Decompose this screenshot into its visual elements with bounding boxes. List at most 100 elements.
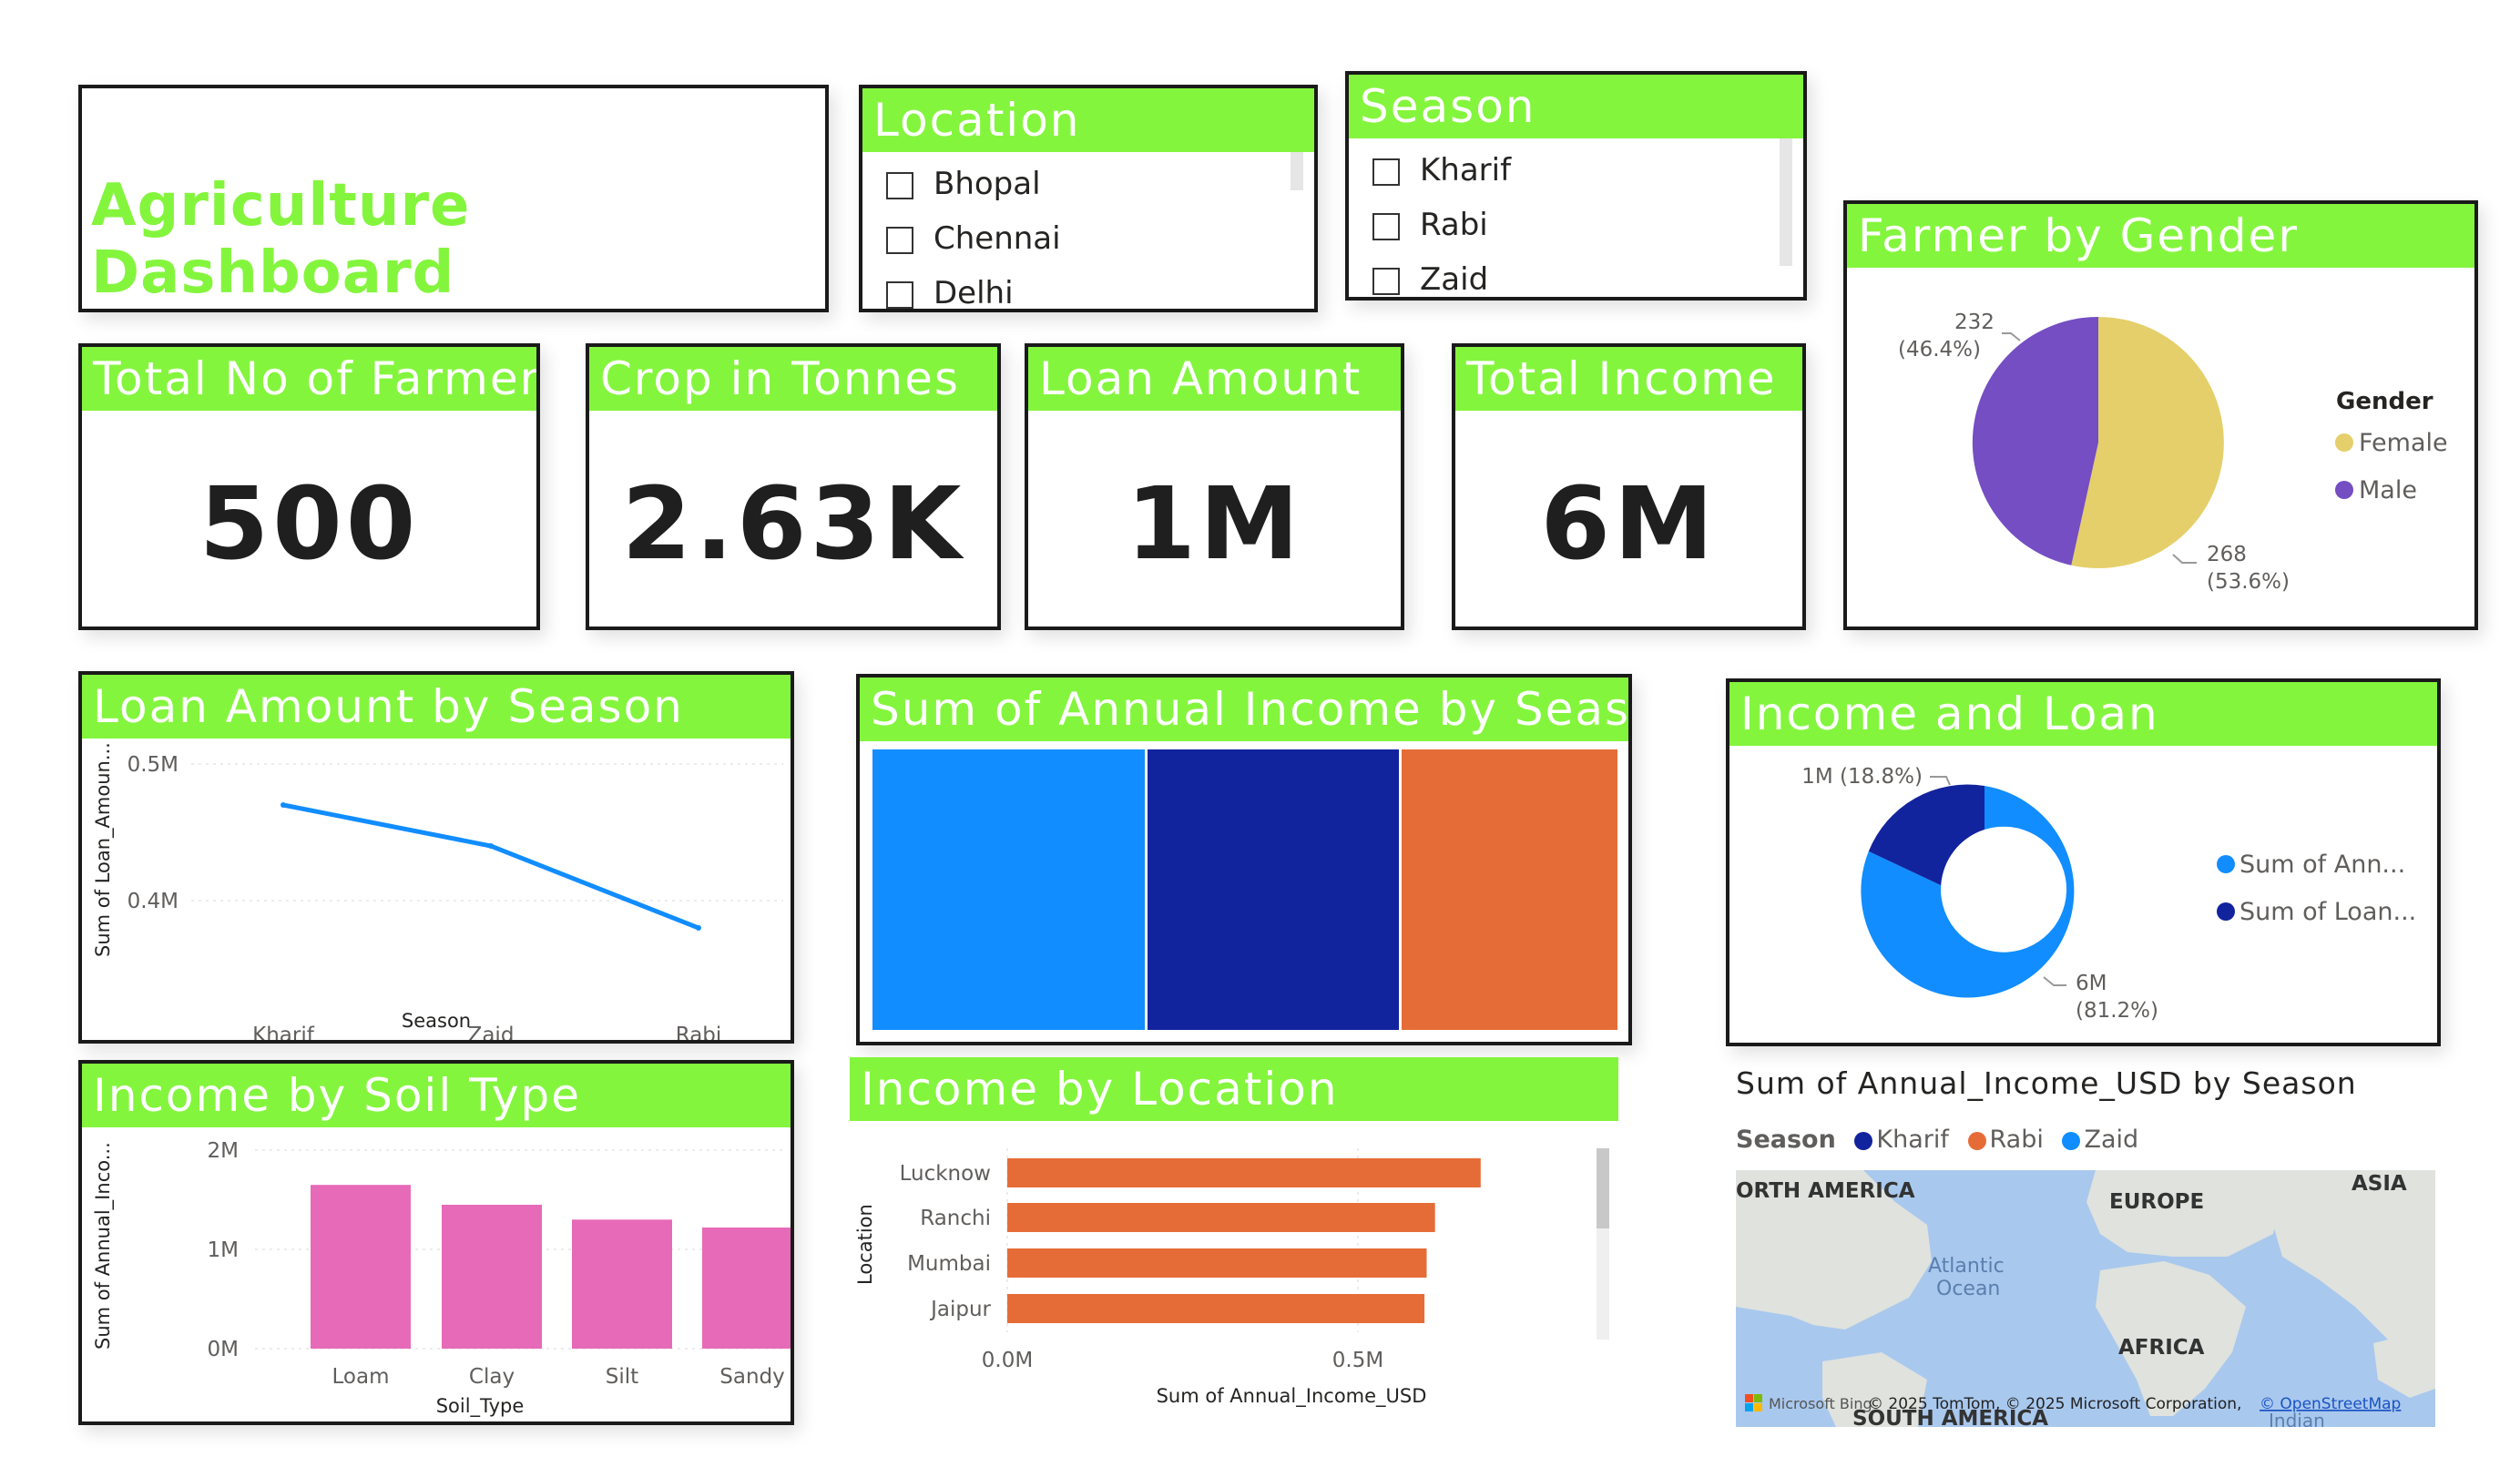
treemap-tile-rabi[interactable] bbox=[1148, 749, 1399, 1030]
y-tick-2M: 2M bbox=[208, 1139, 239, 1163]
kpi-loan: Loan Amount 1M bbox=[1025, 343, 1404, 630]
legend-zaid-dot bbox=[2062, 1131, 2081, 1150]
kpi-income: Total Income 6M bbox=[1452, 343, 1806, 630]
location-xlabel: Sum of Annual_Income_USD bbox=[1157, 1385, 1427, 1408]
income-season-title: Sum of Annual Income by Season bbox=[860, 678, 1628, 741]
loan-line-point-zaid[interactable] bbox=[488, 843, 494, 849]
legend-male-label[interactable]: Male bbox=[2359, 476, 2417, 504]
checkbox[interactable] bbox=[886, 280, 913, 309]
location-option-bhopal[interactable]: Bhopal bbox=[886, 166, 1041, 202]
legend-female-label[interactable]: Female bbox=[2359, 429, 2448, 457]
female-leader-line bbox=[2172, 554, 2197, 564]
legend-loan-label[interactable]: Sum of Loan... bbox=[2239, 898, 2416, 926]
microsoft-logo-icon bbox=[1745, 1394, 1753, 1402]
loan-line-series[interactable] bbox=[281, 802, 701, 931]
season-option-rabi[interactable]: Rabi bbox=[1372, 207, 1488, 243]
location-bars[interactable] bbox=[1007, 1158, 1481, 1323]
location-scrollbar[interactable] bbox=[1291, 152, 1303, 190]
kpi-crop-value: 2.63K bbox=[621, 465, 965, 582]
x-tick-clay: Clay bbox=[469, 1365, 515, 1389]
treemap-tile-zaid[interactable] bbox=[1402, 749, 1617, 1030]
checkbox[interactable] bbox=[1372, 212, 1400, 240]
kpi-farmers: Total No of Farmers 500 bbox=[78, 343, 540, 630]
income-season-card[interactable]: Sum of Annual Income by Season bbox=[856, 674, 1632, 1045]
loan-line-point-kharif[interactable] bbox=[281, 802, 286, 808]
map-osm-link[interactable]: © OpenStreetMap bbox=[2260, 1395, 2401, 1413]
x-tick-sandy: Sandy bbox=[719, 1365, 784, 1389]
loan-season-card[interactable]: Loan Amount by Season Sum of Loan_Amoun.… bbox=[78, 671, 794, 1044]
legend-female-dot bbox=[2335, 433, 2353, 452]
location-chart-title: Income by Location bbox=[850, 1057, 1618, 1121]
checkbox[interactable] bbox=[1372, 267, 1400, 295]
loan-line[interactable] bbox=[282, 802, 699, 931]
legend-income-label[interactable]: Sum of Ann... bbox=[2239, 851, 2405, 879]
kpi-crop-title: Crop in Tonnes bbox=[589, 347, 997, 411]
legend-kharif-dot bbox=[1854, 1131, 1873, 1150]
gender-legend-title: Gender bbox=[2336, 388, 2433, 415]
location-bar-chart[interactable]: Location Lucknow Ranchi Mumbai Jaipur 0.… bbox=[850, 1121, 1618, 1417]
y-tick-1M: 1M bbox=[208, 1238, 239, 1262]
label-ocean: Ocean bbox=[1936, 1278, 2000, 1300]
soil-bar-loam[interactable] bbox=[311, 1185, 411, 1349]
legend-loan-dot bbox=[2217, 902, 2235, 921]
microsoft-logo-icon-part bbox=[1754, 1394, 1762, 1402]
loan-leader-line bbox=[1930, 776, 1951, 786]
location-option-delhi[interactable]: Delhi bbox=[886, 275, 1014, 309]
income-loan-card[interactable]: Income and Loan 1M (18.8%) 6M (81.2%) Su… bbox=[1726, 678, 2441, 1046]
gender-pie-chart[interactable]: 232 (46.4%) 268 (53.6%) Gender Female Ma… bbox=[1847, 268, 2474, 627]
loan-season-chart[interactable]: Sum of Loan_Amoun... 0.5M 0.4M Kharif Za… bbox=[82, 739, 791, 1040]
label-north-america: ORTH AMERICA bbox=[1736, 1179, 1915, 1203]
kpi-loan-title: Loan Amount bbox=[1028, 347, 1401, 411]
treemap-tile-kharif[interactable] bbox=[872, 749, 1145, 1030]
gender-pie-card[interactable]: Farmer by Gender 232 (46.4%) 268 (53.6%)… bbox=[1843, 200, 2478, 630]
season-scrollbar[interactable] bbox=[1780, 138, 1792, 266]
legend-kharif-label[interactable]: Kharif bbox=[1876, 1126, 1948, 1154]
checkbox[interactable] bbox=[886, 171, 913, 199]
legend-rabi-label[interactable]: Rabi bbox=[1990, 1126, 2044, 1154]
income-value-label: 6M bbox=[2076, 972, 2107, 995]
soil-xlabel: Soil_Type bbox=[436, 1395, 525, 1418]
income-pct-label: (81.2%) bbox=[2076, 999, 2158, 1023]
season-option-kharif[interactable]: Kharif bbox=[1372, 152, 1511, 188]
checkbox[interactable] bbox=[1372, 158, 1400, 186]
location-bar-ranchi[interactable] bbox=[1007, 1203, 1435, 1232]
soil-bar-chart[interactable]: Sum of Annual_Inco... 2M 1M 0M Loam Clay… bbox=[82, 1127, 791, 1421]
title-card: Agriculture Dashboard bbox=[78, 85, 829, 312]
location-option-chennai[interactable]: Chennai bbox=[886, 220, 1061, 257]
location-scrollbar-thumb[interactable] bbox=[1597, 1148, 1609, 1228]
location-chart-card[interactable]: Income by Location Location Lucknow Ranc… bbox=[850, 1057, 1618, 1417]
soil-bar-clay[interactable] bbox=[442, 1205, 542, 1349]
loan-line-point-rabi[interactable] bbox=[696, 925, 701, 931]
kpi-farmers-value: 500 bbox=[199, 465, 420, 582]
map-legend: Season Kharif Rabi Zaid bbox=[1736, 1126, 2138, 1154]
world-map[interactable]: ORTH AMERICA EUROPE ASIA Atlantic Ocean … bbox=[1736, 1170, 2435, 1427]
female-pct-label: (53.6%) bbox=[2207, 570, 2290, 594]
soil-bars[interactable] bbox=[311, 1185, 791, 1349]
legend-zaid-label[interactable]: Zaid bbox=[2084, 1126, 2138, 1154]
x-tick-loam: Loam bbox=[332, 1365, 390, 1389]
asia-shape bbox=[2246, 1170, 2435, 1361]
loan-slice-label: 1M (18.8%) bbox=[1801, 765, 1923, 789]
location-bar-jaipur[interactable] bbox=[1007, 1294, 1425, 1323]
treemap[interactable] bbox=[872, 749, 1617, 1030]
soil-title: Income by Soil Type bbox=[82, 1064, 791, 1127]
location-slicer[interactable]: Location Bhopal Chennai Delhi bbox=[859, 85, 1318, 312]
soil-bar-silt[interactable] bbox=[572, 1219, 672, 1349]
label-asia: ASIA bbox=[2352, 1172, 2407, 1196]
y-tick-0M: 0M bbox=[208, 1338, 239, 1361]
soil-bar-sandy[interactable] bbox=[702, 1228, 791, 1349]
season-slicer[interactable]: Season Kharif Rabi Zaid bbox=[1345, 71, 1807, 301]
checkbox[interactable] bbox=[886, 226, 913, 254]
microsoft-logo-icon-part bbox=[1754, 1403, 1762, 1411]
male-pct-label: (46.4%) bbox=[1898, 338, 1981, 362]
y-tick-0.4M: 0.4M bbox=[128, 890, 179, 913]
season-option-zaid[interactable]: Zaid bbox=[1372, 261, 1488, 297]
kpi-crop: Crop in Tonnes 2.63K bbox=[586, 343, 1001, 630]
location-bar-mumbai[interactable] bbox=[1007, 1248, 1427, 1278]
soil-card[interactable]: Income by Soil Type Sum of Annual_Inco..… bbox=[78, 1060, 794, 1425]
income-loan-donut[interactable]: 1M (18.8%) 6M (81.2%) Sum of Ann... Sum … bbox=[1729, 746, 2437, 1043]
location-bar-lucknow[interactable] bbox=[1007, 1158, 1481, 1187]
world-map-canvas[interactable]: ORTH AMERICA EUROPE ASIA Atlantic Ocean … bbox=[1736, 1170, 2435, 1427]
kpi-income-value: 6M bbox=[1540, 465, 1718, 582]
pie-slice-male[interactable] bbox=[1972, 316, 2098, 565]
